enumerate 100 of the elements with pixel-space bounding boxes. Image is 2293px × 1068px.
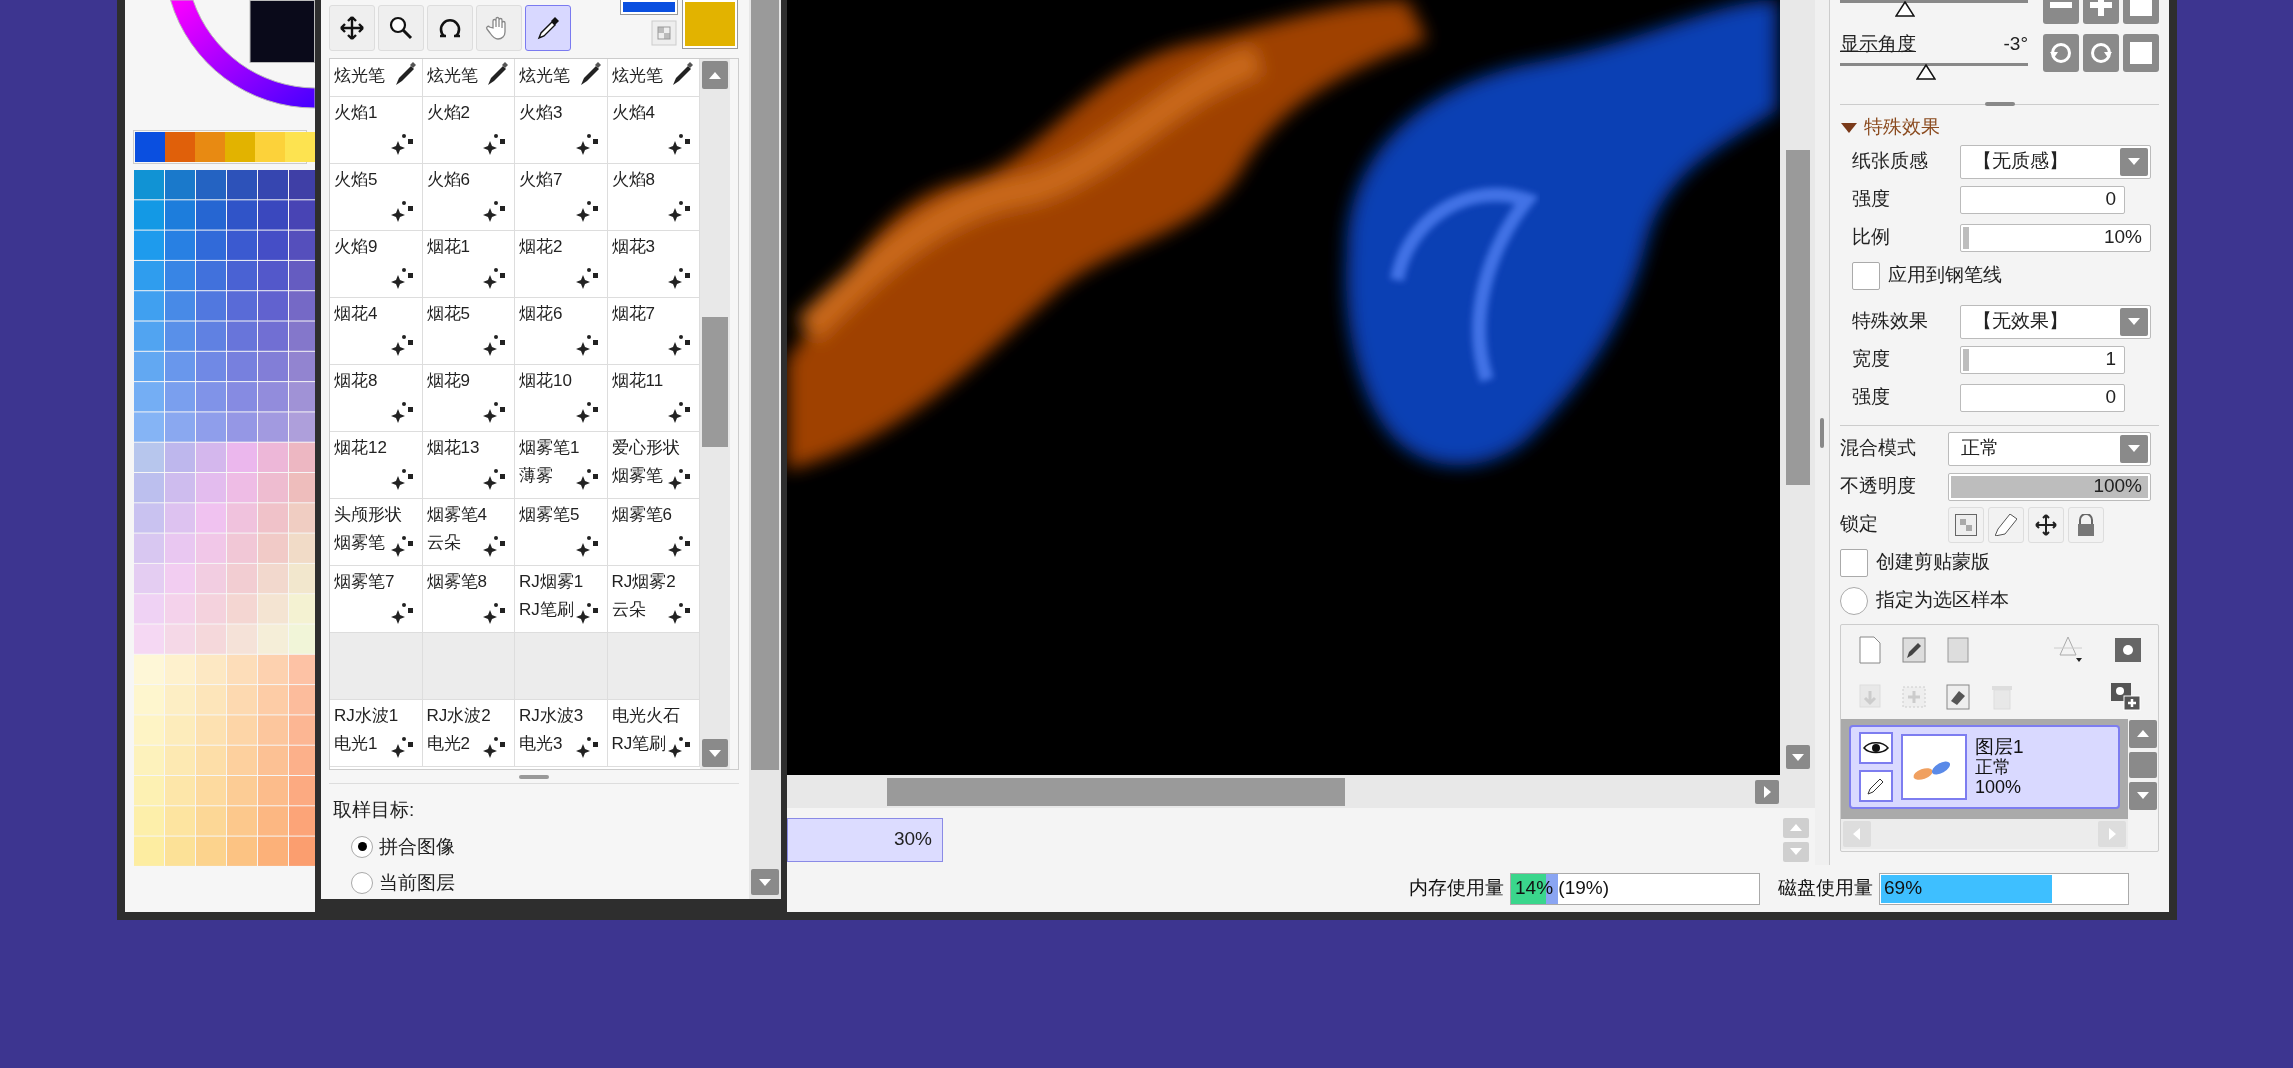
foreground-color[interactable] (621, 0, 677, 14)
brush-preset[interactable]: 火焰9 (334, 231, 418, 297)
radio-option[interactable]: 指定为选区样本 (1840, 586, 2009, 615)
color-swatch[interactable] (225, 132, 255, 162)
new-pen-layer-icon[interactable] (1901, 635, 1927, 664)
rotate-left-button[interactable] (2043, 34, 2079, 72)
brush-preset[interactable]: 火焰7 (519, 164, 603, 230)
dropdown[interactable]: 【无质感】 (1960, 144, 2151, 179)
splitter-handle[interactable] (1820, 417, 1824, 448)
zoom-tool-button[interactable] (378, 5, 424, 51)
scrollbar-thumb[interactable] (2129, 751, 2157, 778)
brush-preset[interactable]: 火焰1 (334, 97, 418, 163)
brush-preset[interactable]: 烟雾笔5 (519, 499, 603, 565)
visibility-toggle[interactable] (1859, 731, 1893, 764)
dropdown[interactable]: 正常 (1948, 431, 2151, 466)
zoom-field[interactable]: 30% (787, 817, 943, 862)
brush-preset[interactable]: 炫光笔 (611, 59, 695, 96)
scroll-right-button[interactable] (1755, 779, 1779, 804)
brush-preset[interactable]: 火焰5 (334, 164, 418, 230)
slider-thumb[interactable] (1915, 63, 1936, 80)
scrollbar-thumb[interactable] (887, 777, 1345, 806)
checkbox-option[interactable]: 应用到钢笔线 (1852, 261, 2002, 290)
brush-preset[interactable]: 烟花7 (611, 298, 695, 364)
brush-preset[interactable]: 烟花12 (334, 432, 418, 498)
rotate-right-button[interactable] (2083, 34, 2119, 72)
color-swatch[interactable] (165, 132, 195, 162)
brush-preset[interactable]: 烟花6 (519, 298, 603, 364)
brush-preset[interactable]: 火焰3 (519, 97, 603, 163)
brush-preset[interactable]: 爱心形状 烟雾笔 (611, 432, 695, 498)
scroll-down-button[interactable] (2129, 781, 2157, 810)
scrollbar-thumb[interactable] (702, 317, 728, 447)
background-color[interactable] (683, 0, 737, 48)
scrollbar-thumb[interactable] (1785, 150, 1810, 485)
lock-drawing-button[interactable] (1988, 506, 2024, 543)
brush-preset[interactable]: 烟花2 (519, 231, 603, 297)
brush-preset[interactable]: 烟花13 (426, 432, 510, 498)
color-swatch[interactable] (195, 132, 225, 162)
slider-field[interactable]: 10% (1960, 223, 2151, 252)
scroll-up-button[interactable] (2129, 719, 2157, 748)
rotate-reset-button[interactable] (2123, 34, 2159, 72)
lock-transparency-button[interactable] (1948, 506, 1984, 543)
eyedropper-tool-button[interactable] (525, 5, 571, 51)
lock-move-button[interactable] (2028, 506, 2064, 543)
section-header[interactable]: 特殊效果 (1840, 112, 2159, 143)
brush-preset[interactable]: 烟雾笔8 (426, 566, 510, 632)
scroll-down-button[interactable] (751, 869, 779, 895)
scroll-down-button[interactable] (1785, 745, 1810, 769)
eraser-icon[interactable] (1945, 682, 1971, 711)
brush-preset[interactable]: 烟雾笔4 云朵 (426, 499, 510, 565)
slider-thumb[interactable] (1895, 1, 1916, 17)
rotate-tool-button[interactable] (427, 5, 473, 51)
color-swatch[interactable] (255, 132, 285, 162)
checkbox-option[interactable]: 创建剪贴蒙版 (1840, 548, 1990, 577)
brush-preset[interactable]: 烟花3 (611, 231, 695, 297)
sampling-option[interactable]: 当前图层 (351, 869, 739, 898)
new-folder-icon[interactable] (1945, 635, 1971, 664)
number-field[interactable]: 0 (1960, 185, 2125, 214)
brush-preset[interactable]: 火焰2 (426, 97, 510, 163)
brush-preset[interactable]: RJ水波3 电光3 (519, 700, 603, 766)
pen-lock-toggle[interactable] (1859, 769, 1893, 802)
brush-preset[interactable]: 火焰6 (426, 164, 510, 230)
layer-mask-add-icon[interactable] (2110, 681, 2142, 712)
brush-preset[interactable]: 烟花4 (334, 298, 418, 364)
brush-preset[interactable]: 炫光笔 (426, 59, 510, 96)
brush-preset[interactable]: 电光火石 RJ笔刷 (611, 700, 695, 766)
brush-preset[interactable]: RJ烟雾2 云朵 (611, 566, 695, 632)
brush-preset[interactable]: 烟花8 (334, 365, 418, 431)
slider-field[interactable]: 100% (1948, 472, 2151, 501)
brush-preset[interactable]: 烟花10 (519, 365, 603, 431)
color-swatch[interactable] (135, 132, 165, 162)
brush-preset[interactable]: RJ烟雾1 RJ笔刷 (519, 566, 603, 632)
number-field[interactable]: 0 (1960, 383, 2125, 412)
brush-preset[interactable]: 烟雾笔6 (611, 499, 695, 565)
scroll-up-button[interactable] (702, 61, 728, 89)
layer-mask-icon[interactable] (2114, 636, 2142, 663)
brush-preset[interactable]: 火焰8 (611, 164, 695, 230)
dropdown[interactable]: 【无效果】 (1960, 304, 2151, 339)
sampling-option[interactable]: 拼合图像 (351, 832, 739, 861)
brush-preset[interactable]: 头颅形状 烟雾笔 (334, 499, 418, 565)
resize-handle[interactable] (1984, 101, 2015, 106)
move-tool-button[interactable] (329, 5, 375, 51)
color-swatch[interactable] (285, 132, 315, 162)
brush-preset[interactable]: 烟雾笔7 (334, 566, 418, 632)
brush-preset[interactable]: 烟花1 (426, 231, 510, 297)
brush-preset[interactable]: 烟花5 (426, 298, 510, 364)
resize-handle[interactable] (519, 774, 549, 779)
slider-field[interactable]: 1 (1960, 345, 2125, 374)
brush-preset[interactable]: 烟花9 (426, 365, 510, 431)
drawing-canvas[interactable] (787, 0, 1780, 775)
brush-preset[interactable]: RJ水波1 电光1 (334, 700, 418, 766)
scrollbar-thumb[interactable] (751, 0, 779, 770)
transparent-color-icon[interactable] (651, 20, 677, 46)
brush-preset[interactable]: 烟花11 (611, 365, 695, 431)
brush-preset[interactable]: 炫光笔 (519, 59, 603, 96)
brush-preset[interactable]: RJ水波2 电光2 (426, 700, 510, 766)
brush-preset[interactable]: 火焰4 (611, 97, 695, 163)
brush-preset[interactable]: 烟雾笔1 薄雾 (519, 432, 603, 498)
new-layer-icon[interactable] (1857, 635, 1883, 664)
layer-item[interactable]: 图层1 正常 100% (1849, 724, 2120, 809)
brush-preset[interactable]: 炫光笔 (334, 59, 418, 96)
